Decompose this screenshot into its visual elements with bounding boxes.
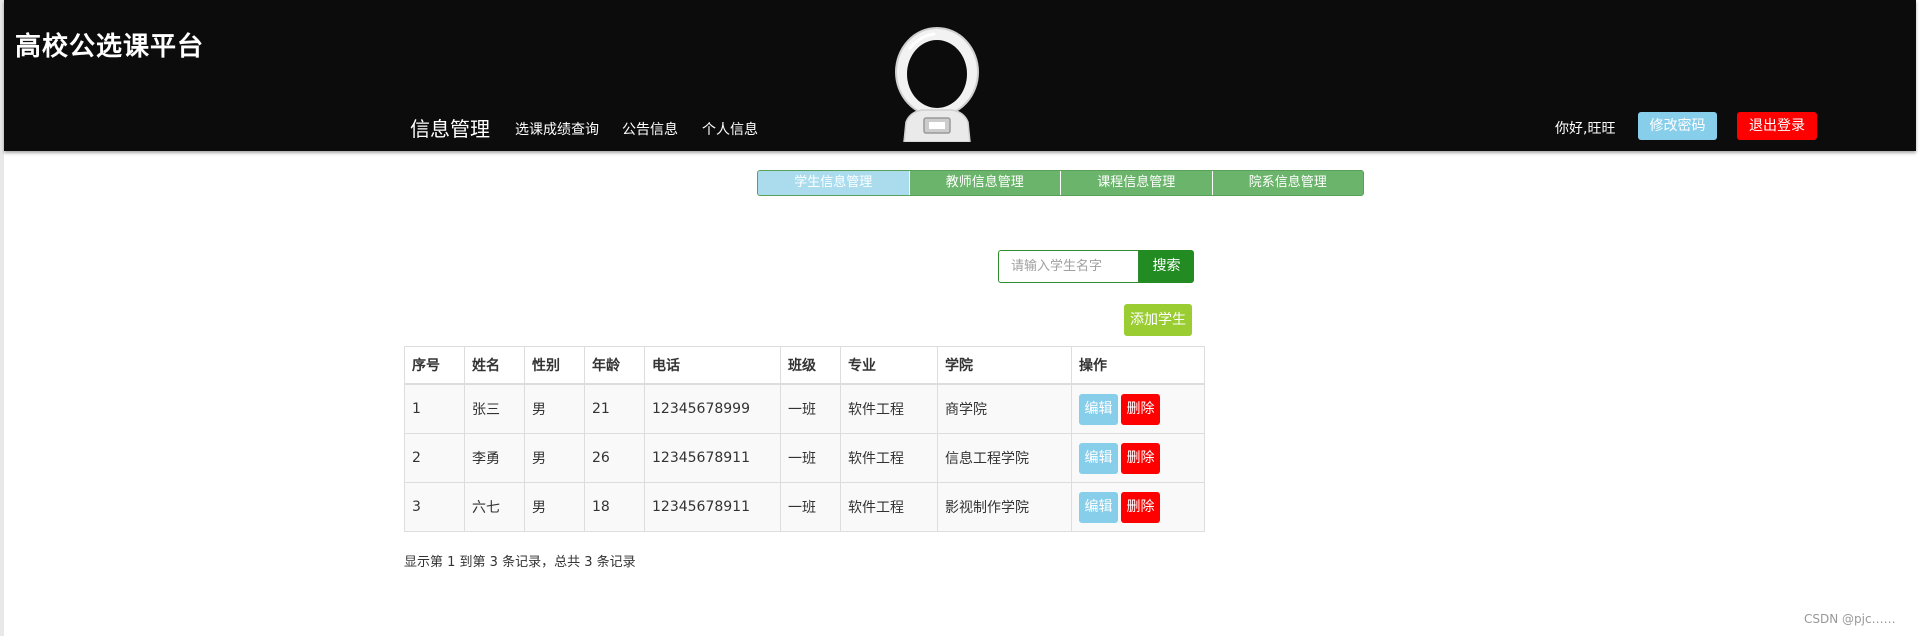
table-row: 3 六七 男 18 12345678911 一班 软件工程 影视制作学院 编辑删… <box>404 482 1205 532</box>
pagination-info: 显示第 1 到第 3 条记录，总共 3 条记录 <box>404 555 636 570</box>
cell-age: 26 <box>584 433 645 483</box>
edit-button[interactable]: 编辑 <box>1079 442 1118 474</box>
delete-button[interactable]: 删除 <box>1121 393 1160 425</box>
student-table: 序号 姓名 性别 年龄 电话 班级 专业 学院 操作 1 张三 男 21 123… <box>404 346 1205 532</box>
search-button[interactable]: 搜索 <box>1139 250 1194 283</box>
column-header-name: 姓名 <box>464 346 525 385</box>
cell-actions: 编辑 删除 <box>1071 433 1205 483</box>
cell-college: 影视制作学院 <box>937 482 1072 532</box>
tab-teacher-management[interactable]: 教师信息管理 <box>910 171 1061 195</box>
cell-age: 18 <box>584 482 645 532</box>
cell-college: 信息工程学院 <box>937 433 1072 483</box>
column-header-age: 年龄 <box>584 346 645 385</box>
cell-major: 软件工程 <box>840 433 938 483</box>
astronaut-mascot-icon <box>895 27 979 142</box>
tab-department-management[interactable]: 院系信息管理 <box>1213 171 1364 195</box>
cell-name: 六七 <box>464 482 525 532</box>
cell-class: 一班 <box>780 383 841 434</box>
column-header-index: 序号 <box>404 346 465 385</box>
cell-class: 一班 <box>780 482 841 532</box>
management-tabs: 学生信息管理 教师信息管理 课程信息管理 院系信息管理 <box>757 170 1364 196</box>
edit-button[interactable]: 编辑 <box>1079 393 1118 425</box>
cell-age: 21 <box>584 383 645 434</box>
cell-major: 软件工程 <box>840 383 938 434</box>
cell-gender: 男 <box>524 482 585 532</box>
cell-phone: 12345678999 <box>644 383 781 434</box>
tab-student-management[interactable]: 学生信息管理 <box>758 171 910 195</box>
page: 高校公选课平台 信息管理 选课成绩查询 公告信息 个人信息 你好,旺旺 修改密码… <box>0 0 1919 636</box>
cell-gender: 男 <box>524 433 585 483</box>
student-name-search-input[interactable] <box>998 250 1139 283</box>
cell-phone: 12345678911 <box>644 433 781 483</box>
column-header-college: 学院 <box>937 346 1072 385</box>
cell-phone: 12345678911 <box>644 482 781 532</box>
column-header-actions: 操作 <box>1071 346 1205 385</box>
delete-button[interactable]: 删除 <box>1121 442 1160 474</box>
nav-course-grade-query[interactable]: 选课成绩查询 <box>515 119 599 139</box>
cell-index: 1 <box>404 383 465 434</box>
column-header-class: 班级 <box>780 346 841 385</box>
cell-index: 2 <box>404 433 465 483</box>
site-brand: 高校公选课平台 <box>15 32 205 62</box>
cell-actions: 编辑 删除 <box>1071 482 1205 532</box>
delete-button[interactable]: 删除 <box>1121 491 1160 523</box>
change-password-button[interactable]: 修改密码 <box>1638 112 1717 140</box>
nav-info-management[interactable]: 信息管理 <box>410 113 490 142</box>
column-header-phone: 电话 <box>644 346 781 385</box>
add-student-button[interactable]: 添加学生 <box>1124 304 1192 336</box>
cell-actions: 编辑 删除 <box>1071 383 1205 434</box>
cell-name: 张三 <box>464 383 525 434</box>
column-header-major: 专业 <box>840 346 938 385</box>
nav-announcements[interactable]: 公告信息 <box>622 119 678 139</box>
table-row: 2 李勇 男 26 12345678911 一班 软件工程 信息工程学院 编辑删… <box>404 433 1205 483</box>
top-header: 高校公选课平台 信息管理 选课成绩查询 公告信息 个人信息 你好,旺旺 修改密码… <box>4 0 1916 151</box>
cell-index: 3 <box>404 482 465 532</box>
nav-personal-info[interactable]: 个人信息 <box>702 119 758 139</box>
cell-name: 李勇 <box>464 433 525 483</box>
edit-button[interactable]: 编辑 <box>1079 491 1118 523</box>
cell-major: 软件工程 <box>840 482 938 532</box>
table-row: 1 张三 男 21 12345678999 一班 软件工程 商学院 编辑 删除 <box>404 383 1205 434</box>
logout-button[interactable]: 退出登录 <box>1737 112 1817 140</box>
csdn-watermark: CSDN @pjc…… <box>1804 612 1896 626</box>
cell-gender: 男 <box>524 383 585 434</box>
table-header-row: 序号 姓名 性别 年龄 电话 班级 专业 学院 操作 <box>404 346 1205 385</box>
cell-college: 商学院 <box>937 383 1072 434</box>
user-greeting: 你好,旺旺 <box>1555 121 1616 137</box>
cell-class: 一班 <box>780 433 841 483</box>
column-header-gender: 性别 <box>524 346 585 385</box>
tab-course-management[interactable]: 课程信息管理 <box>1061 171 1213 195</box>
